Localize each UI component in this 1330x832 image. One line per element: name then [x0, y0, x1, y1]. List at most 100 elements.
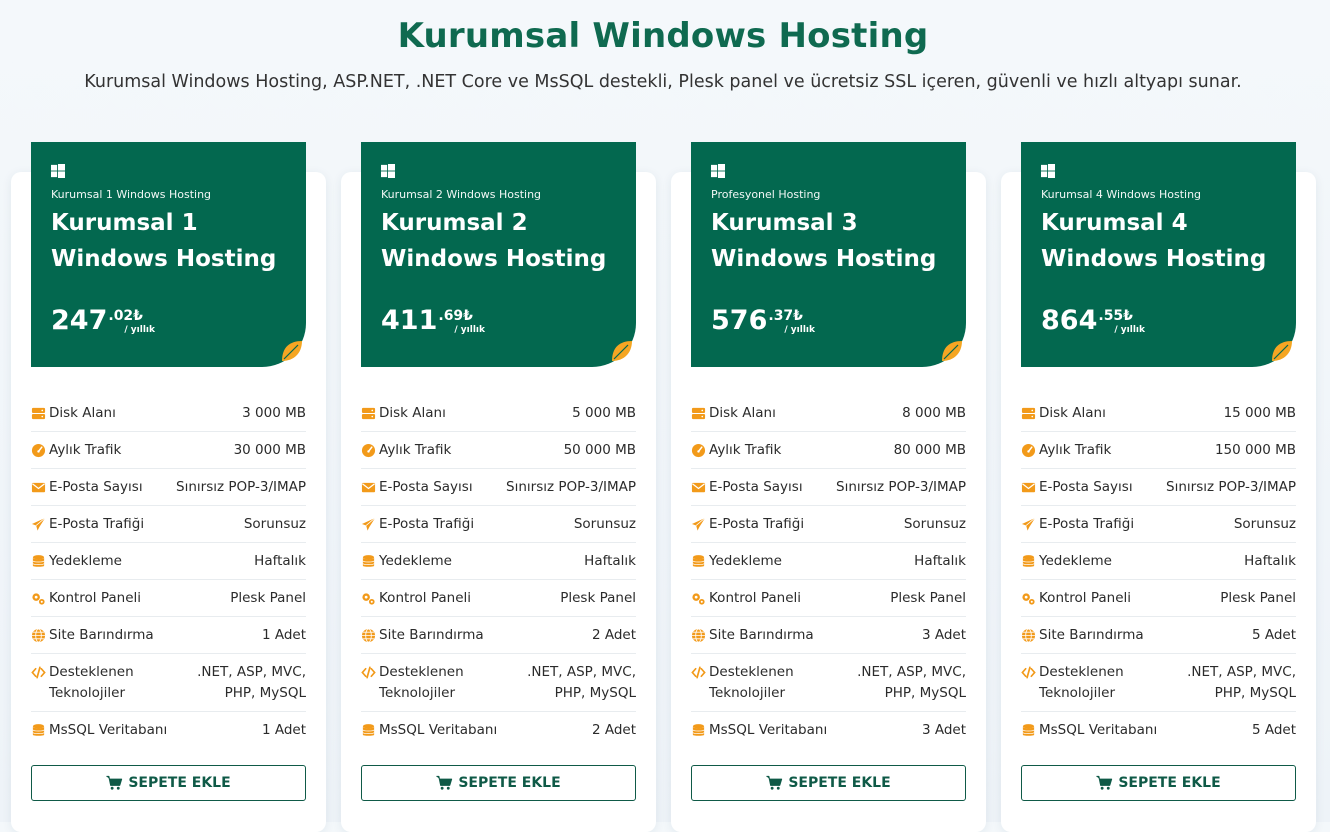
add-to-cart-label: SEPETE EKLE	[788, 775, 891, 791]
feature-traffic: Aylık Trafik 150 000 MB	[1021, 432, 1296, 469]
feature-value: Sorunsuz	[1233, 515, 1296, 532]
feature-label: Kontrol Paneli	[49, 589, 142, 606]
feature-label: Yedekleme	[1039, 552, 1112, 569]
plan-title: Kurumsal 1 Windows Hosting	[51, 210, 277, 272]
feature-label: E-Posta Sayısı	[1039, 478, 1133, 495]
code-icon	[31, 666, 46, 678]
plan-subtitle: Kurumsal 1 Windows Hosting	[51, 188, 212, 201]
gauge-icon	[691, 443, 706, 457]
feature-label: Disk Alanı	[1039, 404, 1106, 421]
globe-icon	[1021, 628, 1036, 642]
pricing-card-3: Profesyonel Hosting Kurumsal 3 Windows H…	[671, 142, 986, 832]
feature-tech: Desteklenen Teknolojiler .NET, ASP, MVC,…	[361, 654, 636, 712]
code-icon	[1021, 666, 1036, 678]
cart-icon	[1096, 775, 1113, 790]
gears-icon	[32, 592, 45, 605]
feature-value: 80 000 MB	[893, 441, 966, 458]
windows-icon	[711, 164, 725, 178]
database-icon	[1022, 724, 1035, 736]
feature-label: MsSQL Veritabanı	[1039, 722, 1158, 738]
feature-disk: Disk Alanı 8 000 MB	[691, 395, 966, 432]
feature-label: Aylık Trafik	[379, 441, 452, 458]
price-period: / yıllık	[1114, 325, 1145, 335]
feature-label: Kontrol Paneli	[709, 589, 802, 606]
feature-label: Disk Alanı	[709, 404, 776, 421]
gears-icon	[1022, 592, 1035, 605]
price-integer: 864	[1041, 305, 1098, 336]
envelope-icon	[361, 482, 376, 492]
feature-value: 150 000 MB	[1214, 441, 1296, 458]
cart-icon	[106, 775, 123, 790]
envelope-icon	[31, 482, 46, 492]
feature-panel: Kontrol Paneli Plesk Panel	[1021, 580, 1296, 617]
price-integer: 247	[51, 305, 108, 336]
feature-label: E-Posta Sayısı	[49, 478, 143, 495]
feature-value: .NET, ASP, MVC, PHP, MySQL	[197, 663, 306, 701]
envelope-icon	[691, 482, 706, 492]
feature-value: Haftalık	[254, 552, 306, 569]
price-integer: 576	[711, 305, 768, 336]
feature-value: Sınırsız POP-3/IMAP	[836, 478, 966, 495]
price-period: / yıllık	[124, 325, 155, 335]
feature-label: Desteklenen Teknolojiler	[49, 663, 134, 701]
windows-icon	[1041, 164, 1055, 178]
feature-value: Haftalık	[1244, 552, 1296, 569]
feature-label: Aylık Trafik	[709, 441, 782, 458]
feature-label: Kontrol Paneli	[1039, 589, 1132, 606]
feature-email-count: E-Posta Sayısı Sınırsız POP-3/IMAP	[31, 469, 306, 506]
feature-label: Disk Alanı	[379, 404, 446, 421]
feature-value: 3 000 MB	[242, 404, 306, 421]
server-icon	[691, 407, 706, 419]
feature-traffic: Aylık Trafik 30 000 MB	[31, 432, 306, 469]
add-to-cart-button[interactable]: SEPETE EKLE	[691, 765, 966, 801]
add-to-cart-label: SEPETE EKLE	[128, 775, 231, 791]
feature-email-traffic: E-Posta Trafiği Sorunsuz	[691, 506, 966, 543]
feature-value: 5 000 MB	[572, 404, 636, 421]
globe-icon	[691, 628, 706, 642]
leaf-icon	[612, 341, 632, 361]
feature-value: 5 Adet	[1251, 722, 1296, 738]
feature-label: MsSQL Veritabanı	[709, 722, 828, 738]
feature-value: Sınırsız POP-3/IMAP	[506, 478, 636, 495]
feature-list: Disk Alanı 5 000 MB Aylık Trafik 50 000 …	[361, 395, 636, 749]
feature-mssql: MsSQL Veritabanı 5 Adet	[1021, 712, 1296, 749]
feature-list: Disk Alanı 8 000 MB Aylık Trafik 80 000 …	[691, 395, 966, 749]
add-to-cart-label: SEPETE EKLE	[1118, 775, 1221, 791]
paper-plane-icon	[1021, 517, 1036, 531]
database-icon	[32, 724, 45, 736]
add-to-cart-button[interactable]: SEPETE EKLE	[31, 765, 306, 801]
feature-backup: Yedekleme Haftalık	[31, 543, 306, 580]
price-integer: 411	[381, 305, 438, 336]
page-subtitle: Kurumsal Windows Hosting, ASP.NET, .NET …	[84, 72, 1242, 92]
feature-mssql: MsSQL Veritabanı 2 Adet	[361, 712, 636, 749]
feature-sites: Site Barındırma 1 Adet	[31, 617, 306, 654]
add-to-cart-button[interactable]: SEPETE EKLE	[361, 765, 636, 801]
feature-label: Site Barındırma	[1039, 626, 1144, 643]
add-to-cart-button[interactable]: SEPETE EKLE	[1021, 765, 1296, 801]
feature-value: .NET, ASP, MVC, PHP, MySQL	[857, 663, 966, 701]
feature-panel: Kontrol Paneli Plesk Panel	[31, 580, 306, 617]
feature-list: Disk Alanı 3 000 MB Aylık Trafik 30 000 …	[31, 395, 306, 749]
feature-value: Sorunsuz	[573, 515, 636, 532]
feature-label: E-Posta Trafiği	[49, 515, 145, 532]
plan-subtitle: Profesyonel Hosting	[711, 188, 821, 201]
feature-email-traffic: E-Posta Trafiği Sorunsuz	[1021, 506, 1296, 543]
feature-value: Sorunsuz	[243, 515, 306, 532]
windows-icon	[381, 164, 395, 178]
feature-value: Sınırsız POP-3/IMAP	[1166, 478, 1296, 495]
code-icon	[691, 666, 706, 678]
price-decimal: .69₺	[438, 308, 473, 324]
feature-label: Desteklenen Teknolojiler	[379, 663, 464, 701]
feature-sites: Site Barındırma 2 Adet	[361, 617, 636, 654]
feature-value: Plesk Panel	[1220, 589, 1296, 606]
database-icon	[692, 554, 705, 567]
feature-value: Sınırsız POP-3/IMAP	[176, 478, 306, 495]
feature-value: 5 Adet	[1251, 626, 1296, 643]
windows-icon	[51, 164, 65, 178]
feature-sites: Site Barındırma 3 Adet	[691, 617, 966, 654]
feature-label: E-Posta Trafiği	[709, 515, 805, 532]
feature-label: Disk Alanı	[49, 404, 116, 421]
gears-icon	[362, 592, 375, 605]
add-to-cart-label: SEPETE EKLE	[458, 775, 561, 791]
feature-value: 3 Adet	[921, 626, 966, 643]
